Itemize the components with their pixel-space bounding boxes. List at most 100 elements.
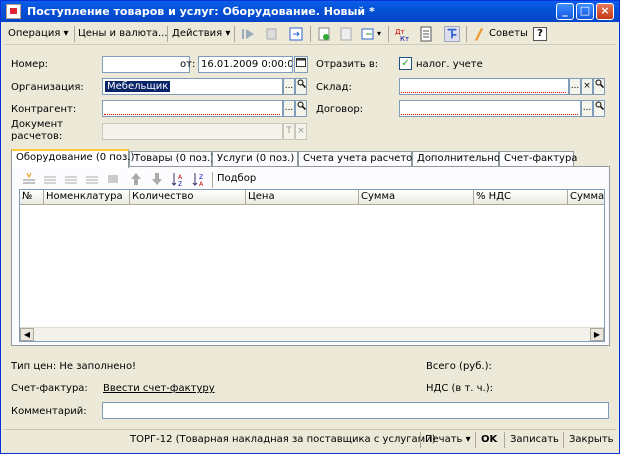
dt-kt-icon[interactable]: ДтКт	[394, 26, 410, 42]
column-header[interactable]: Количество	[130, 190, 246, 205]
invoice-label: Счет-фактура:	[11, 383, 88, 394]
settlement-doc-field[interactable]	[102, 123, 283, 140]
copy-row-icon[interactable]	[42, 171, 58, 187]
comment-field[interactable]	[102, 402, 609, 419]
unpost-document-icon[interactable]	[338, 26, 354, 42]
svg-text:A: A	[199, 181, 204, 187]
contractor-label: Контрагент:	[11, 104, 77, 115]
torg12-print-button[interactable]: ТОРГ-12 (Товарная накладная за поставщик…	[130, 432, 436, 448]
add-row-icon[interactable]	[21, 171, 37, 187]
settlement-doc-clear-button[interactable]: ×	[295, 123, 307, 140]
end-edit-icon[interactable]	[105, 171, 121, 187]
organization-open-button[interactable]	[295, 78, 307, 95]
tax-accounting-checkbox[interactable]: ✓	[399, 57, 412, 70]
move-up-icon[interactable]	[128, 171, 144, 187]
tab-goods[interactable]: Товары (0 поз.)	[129, 151, 214, 167]
column-header[interactable]: % НДС	[474, 190, 568, 205]
prices-currency-button[interactable]: Цены и валюта...	[78, 25, 168, 43]
column-header[interactable]: Номенклатура	[44, 190, 130, 205]
tax-accounting-label: налог. учете	[416, 59, 483, 70]
equipment-table[interactable]: № Номенклатура Количество Цена Сумма % Н…	[19, 189, 605, 342]
sort-ascending-icon[interactable]: AZ	[170, 171, 186, 187]
svg-text:Z: Z	[199, 174, 203, 181]
magnifier-icon	[595, 101, 604, 111]
selection-button[interactable]: Подбор	[217, 170, 256, 188]
settlement-doc-label-1: Документ	[11, 119, 63, 130]
svg-text:A: A	[178, 174, 183, 181]
svg-text:Z: Z	[178, 181, 182, 187]
main-toolbar: Операция ▾ Цены и валюта... Действия ▾ ▾…	[4, 23, 616, 45]
tab-equipment[interactable]: Оборудование (0 поз.)	[11, 149, 134, 168]
warehouse-select-button[interactable]: ...	[569, 78, 581, 95]
edit-row-icon[interactable]	[63, 171, 79, 187]
maximize-button[interactable]: □	[576, 3, 594, 20]
price-type-text: Тип цен: Не заполнено!	[11, 361, 137, 372]
date-label: от:	[180, 59, 196, 70]
calendar-button[interactable]	[294, 56, 308, 73]
column-header[interactable]: Цена	[246, 190, 359, 205]
horizontal-scrollbar[interactable]: ◀ ▶	[20, 327, 604, 341]
contract-label: Договор:	[316, 104, 364, 115]
equipment-panel: AZ ZA Подбор № Номенклатура Количество Ц…	[11, 166, 610, 346]
journal-icon[interactable]	[418, 26, 434, 42]
move-down-icon[interactable]	[149, 171, 165, 187]
minimize-button[interactable]: _	[556, 3, 574, 20]
magnifier-icon	[297, 79, 306, 89]
vat-label: НДС (в т. ч.):	[426, 383, 494, 394]
magnifier-icon	[595, 79, 604, 89]
based-on-dropdown[interactable]: ▾	[377, 25, 381, 43]
number-label: Номер:	[11, 59, 49, 70]
based-on-icon[interactable]	[360, 26, 376, 42]
structure-icon[interactable]	[444, 26, 460, 42]
close-form-button[interactable]: Закрыть	[569, 432, 614, 448]
advice-icon[interactable]	[471, 26, 487, 42]
column-header[interactable]: №	[20, 190, 44, 205]
total-label: Всего (руб.):	[426, 361, 492, 372]
reflect-label: Отразить в:	[316, 59, 379, 70]
document-icon	[6, 4, 21, 19]
organization-field[interactable]: Мебельщик	[102, 78, 283, 95]
post-document-icon[interactable]	[316, 26, 332, 42]
contractor-open-button[interactable]	[295, 100, 307, 117]
print-menu[interactable]: Печать ▾	[425, 432, 471, 448]
warehouse-clear-button[interactable]: ×	[581, 78, 593, 95]
tab-additional[interactable]: Дополнительно	[412, 151, 500, 167]
date-field[interactable]: 16.01.2009 0:00:00	[198, 56, 293, 73]
calendar-icon	[296, 58, 306, 67]
help-button[interactable]: ?	[533, 27, 547, 41]
warehouse-label: Склад:	[316, 82, 352, 93]
scroll-left-icon[interactable]: ◀	[20, 328, 34, 341]
ok-button[interactable]: OK	[481, 432, 497, 448]
tab-services[interactable]: Услуги (0 поз.)	[212, 151, 298, 167]
settlement-doc-type-button[interactable]: T	[283, 123, 295, 140]
delete-row-icon[interactable]	[84, 171, 100, 187]
operation-menu[interactable]: Операция ▾	[8, 25, 69, 43]
contract-select-button[interactable]: ...	[581, 100, 593, 117]
svg-text:Кт: Кт	[400, 35, 409, 42]
contract-open-button[interactable]	[593, 100, 605, 117]
warehouse-open-button[interactable]	[593, 78, 605, 95]
magnifier-icon	[297, 101, 306, 111]
enter-invoice-link[interactable]: Ввести счет-фактуру	[103, 383, 215, 394]
title-bar: Поступление товаров и услуг: Оборудовани…	[1, 1, 619, 22]
column-header[interactable]: Сумма	[568, 190, 604, 205]
window-title: Поступление товаров и услуг: Оборудовани…	[27, 5, 375, 18]
settlement-doc-label-2: расчетов:	[11, 131, 63, 142]
contractor-select-button[interactable]: ...	[283, 100, 295, 117]
tab-settlement-accounts[interactable]: Счета учета расчетов	[298, 151, 418, 167]
copy-icon[interactable]	[264, 26, 280, 42]
first-arrow-icon[interactable]	[240, 26, 256, 42]
number-field[interactable]	[102, 56, 190, 73]
organization-label: Организация:	[11, 82, 84, 93]
tab-invoice[interactable]: Счет-фактура	[499, 151, 577, 167]
actions-menu[interactable]: Действия ▾	[172, 25, 230, 43]
sort-descending-icon[interactable]: ZA	[191, 171, 207, 187]
column-header[interactable]: Сумма	[359, 190, 474, 205]
save-button[interactable]: Записать	[510, 432, 559, 448]
organization-select-button[interactable]: ...	[283, 78, 295, 95]
document-window: Поступление товаров и услуг: Оборудовани…	[0, 0, 620, 454]
close-button[interactable]: ×	[596, 3, 614, 20]
refresh-icon[interactable]	[288, 26, 304, 42]
scroll-right-icon[interactable]: ▶	[590, 328, 604, 341]
advice-button[interactable]: Советы	[489, 25, 528, 43]
